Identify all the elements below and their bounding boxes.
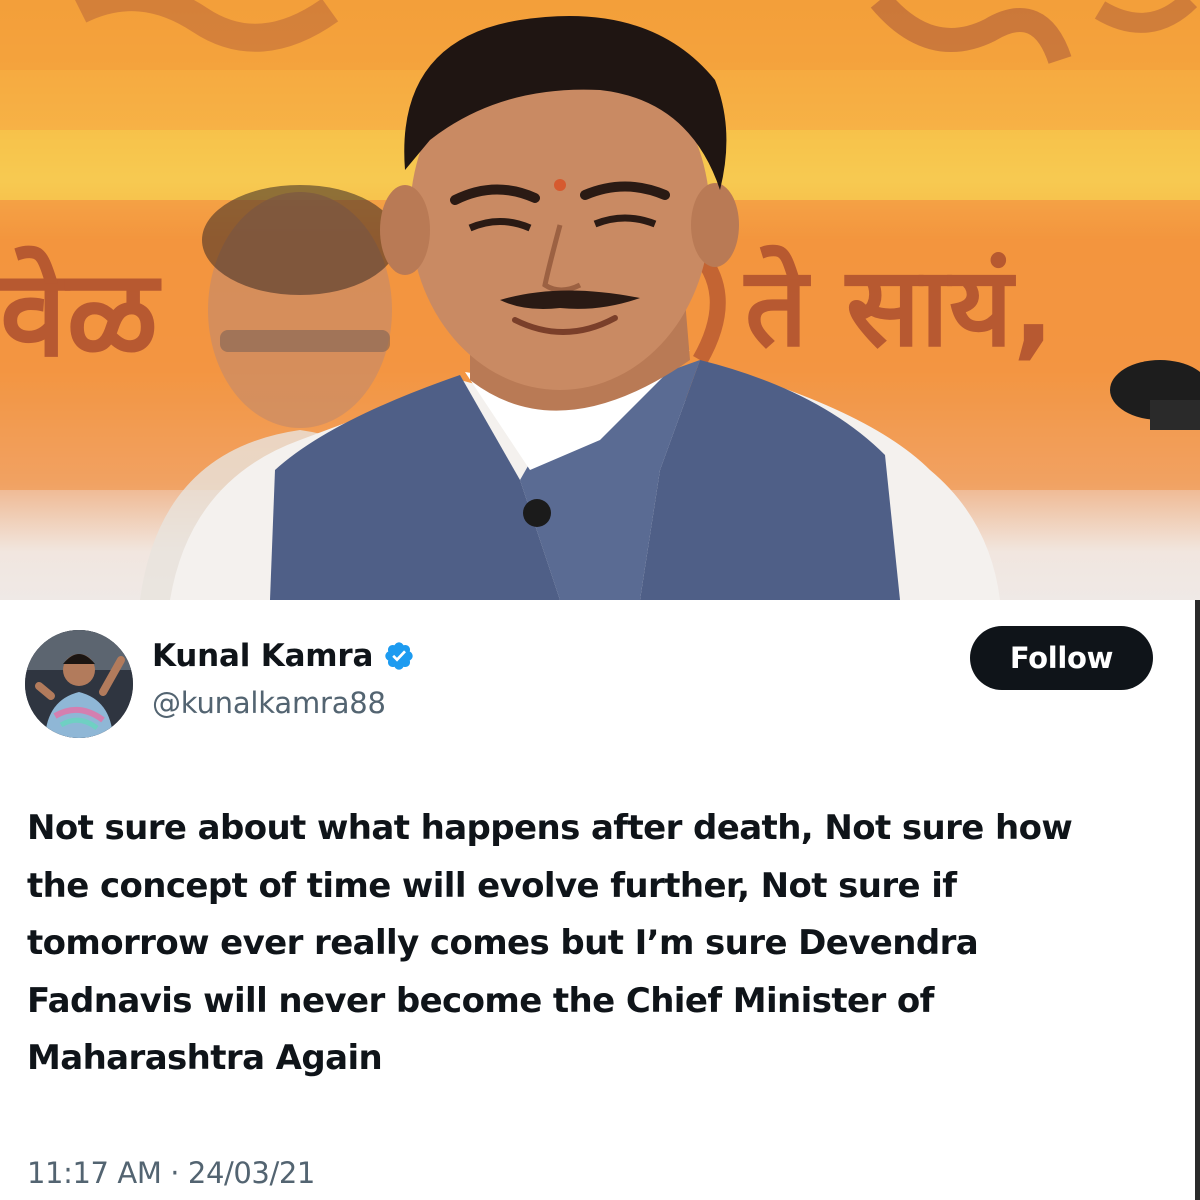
tweet-text-line: Fadnavis will never become the Chief Min… (27, 980, 934, 1021)
banner-text-right: ते सायं, (743, 243, 1054, 371)
tweet-text-line: the concept of time will evolve further,… (27, 865, 957, 906)
person-photo-illustration: वेळ ते सायं, (0, 0, 1200, 600)
tweet-text: Not sure about what happens after death,… (27, 800, 1177, 1088)
tweet-photo[interactable]: वेळ ते सायं, (0, 0, 1200, 600)
verified-badge-icon (383, 640, 415, 672)
avatar-icon (25, 630, 133, 738)
author-avatar[interactable] (25, 630, 133, 738)
tweet-text-line: tomorrow ever really comes but I’m sure … (27, 923, 979, 963)
card-edge-divider (1195, 600, 1200, 1200)
author-name[interactable]: Kunal Kamra (152, 638, 373, 674)
tweet-text-line: Not sure about what happens after death,… (27, 808, 1073, 848)
tweet-text-line: Maharashtra Again (27, 1038, 383, 1078)
follow-button[interactable]: Follow (970, 626, 1153, 690)
banner-text-left: वेळ (0, 245, 162, 384)
author-handle[interactable]: @kunalkamra88 (152, 686, 386, 720)
author-name-row[interactable]: Kunal Kamra (152, 638, 415, 674)
tweet-timestamp[interactable]: 11:17 AM · 24/03/21 (27, 1156, 315, 1190)
tweet-card: Kunal Kamra @kunalkamra88 Follow Not sur… (0, 600, 1200, 1200)
